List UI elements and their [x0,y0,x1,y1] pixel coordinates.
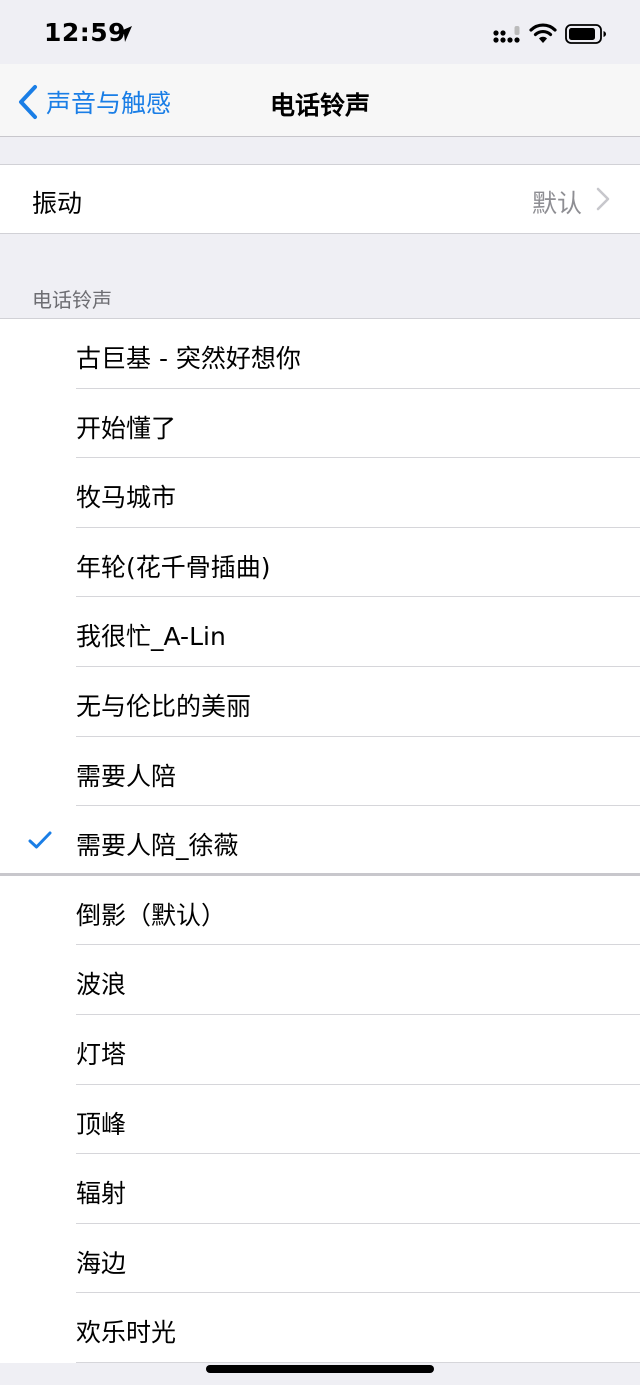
ringtone-label: 倒影（默认） [76,900,227,930]
vibration-value: 默认 [531,189,582,218]
ringtone-list: 古巨基 - 突然好想你 开始懂了牧马城市年轮(花千骨插曲) 我很忙_A-Lin 无与伦… [0,318,640,1363]
ringtone-row[interactable]: 年轮(花千骨插曲) [0,528,640,598]
page-title: 电话铃声 [269,91,370,120]
ringtone-label: 古巨基 - 突然好想你 [76,344,301,373]
ringtone-row[interactable]: 我很忙_A-Lin [0,597,640,667]
ringtone-row[interactable]: 开始懂了 [0,389,640,459]
ringtone-row[interactable]: 需要人陪_徐薇 [0,806,640,876]
ringtone-label: 波浪 [76,970,127,1000]
ringtone-row[interactable]: 海边 [0,1224,640,1294]
vibration-row[interactable]: 振动 默认 [0,164,640,234]
vibration-label: 振动 [32,189,83,218]
ringtone-row[interactable]: 牧马城市 [0,458,640,528]
ringtone-label: 欢乐时光 [76,1318,177,1348]
ringtone-row[interactable]: 辐射 [0,1154,640,1224]
navigation-bar: 声音与触感 电话铃声 [0,64,640,137]
ringtone-row[interactable]: 欢乐时光 [0,1293,640,1363]
ringtones-section-header: 电话铃声 [32,288,112,312]
ringtone-label: 需要人陪 [76,761,177,791]
signal-icon [493,26,520,43]
row-separator [76,1361,640,1363]
ringtone-row[interactable]: 灯塔 [0,1015,640,1085]
ringtone-row[interactable]: 需要人陪 [0,737,640,807]
ringtone-row[interactable]: 古巨基 - 突然好想你 [0,319,640,389]
ringtone-label: 年轮(花千骨插曲) [76,552,271,582]
ringtone-label: 开始懂了 [76,413,177,443]
ringtone-row[interactable]: 无与伦比的美丽 [0,667,640,737]
chevron-right-icon [596,187,610,211]
ringtone-label: 海边 [76,1248,127,1278]
home-indicator [206,1365,434,1373]
status-bar: 12:59 [0,0,640,64]
ringtone-label: 牧马城市 [76,483,177,513]
ringtone-label: 顶峰 [76,1109,127,1139]
ringtone-label: 无与伦比的美丽 [76,691,252,721]
ringtone-label: 需要人陪_徐薇 [76,831,239,861]
location-arrow-icon [116,26,132,42]
checkmark-icon [28,831,52,849]
ringtone-label: 辐射 [76,1179,127,1209]
battery-icon [565,24,606,44]
ringtone-row[interactable]: 倒影（默认） [0,876,640,946]
ringtone-row[interactable]: 波浪 [0,945,640,1015]
wifi-icon [529,23,557,43]
ringtone-label: 灯塔 [76,1039,127,1069]
ringtone-row[interactable]: 顶峰 [0,1085,640,1155]
ringtone-label: 我很忙_A-Lin [76,622,226,652]
